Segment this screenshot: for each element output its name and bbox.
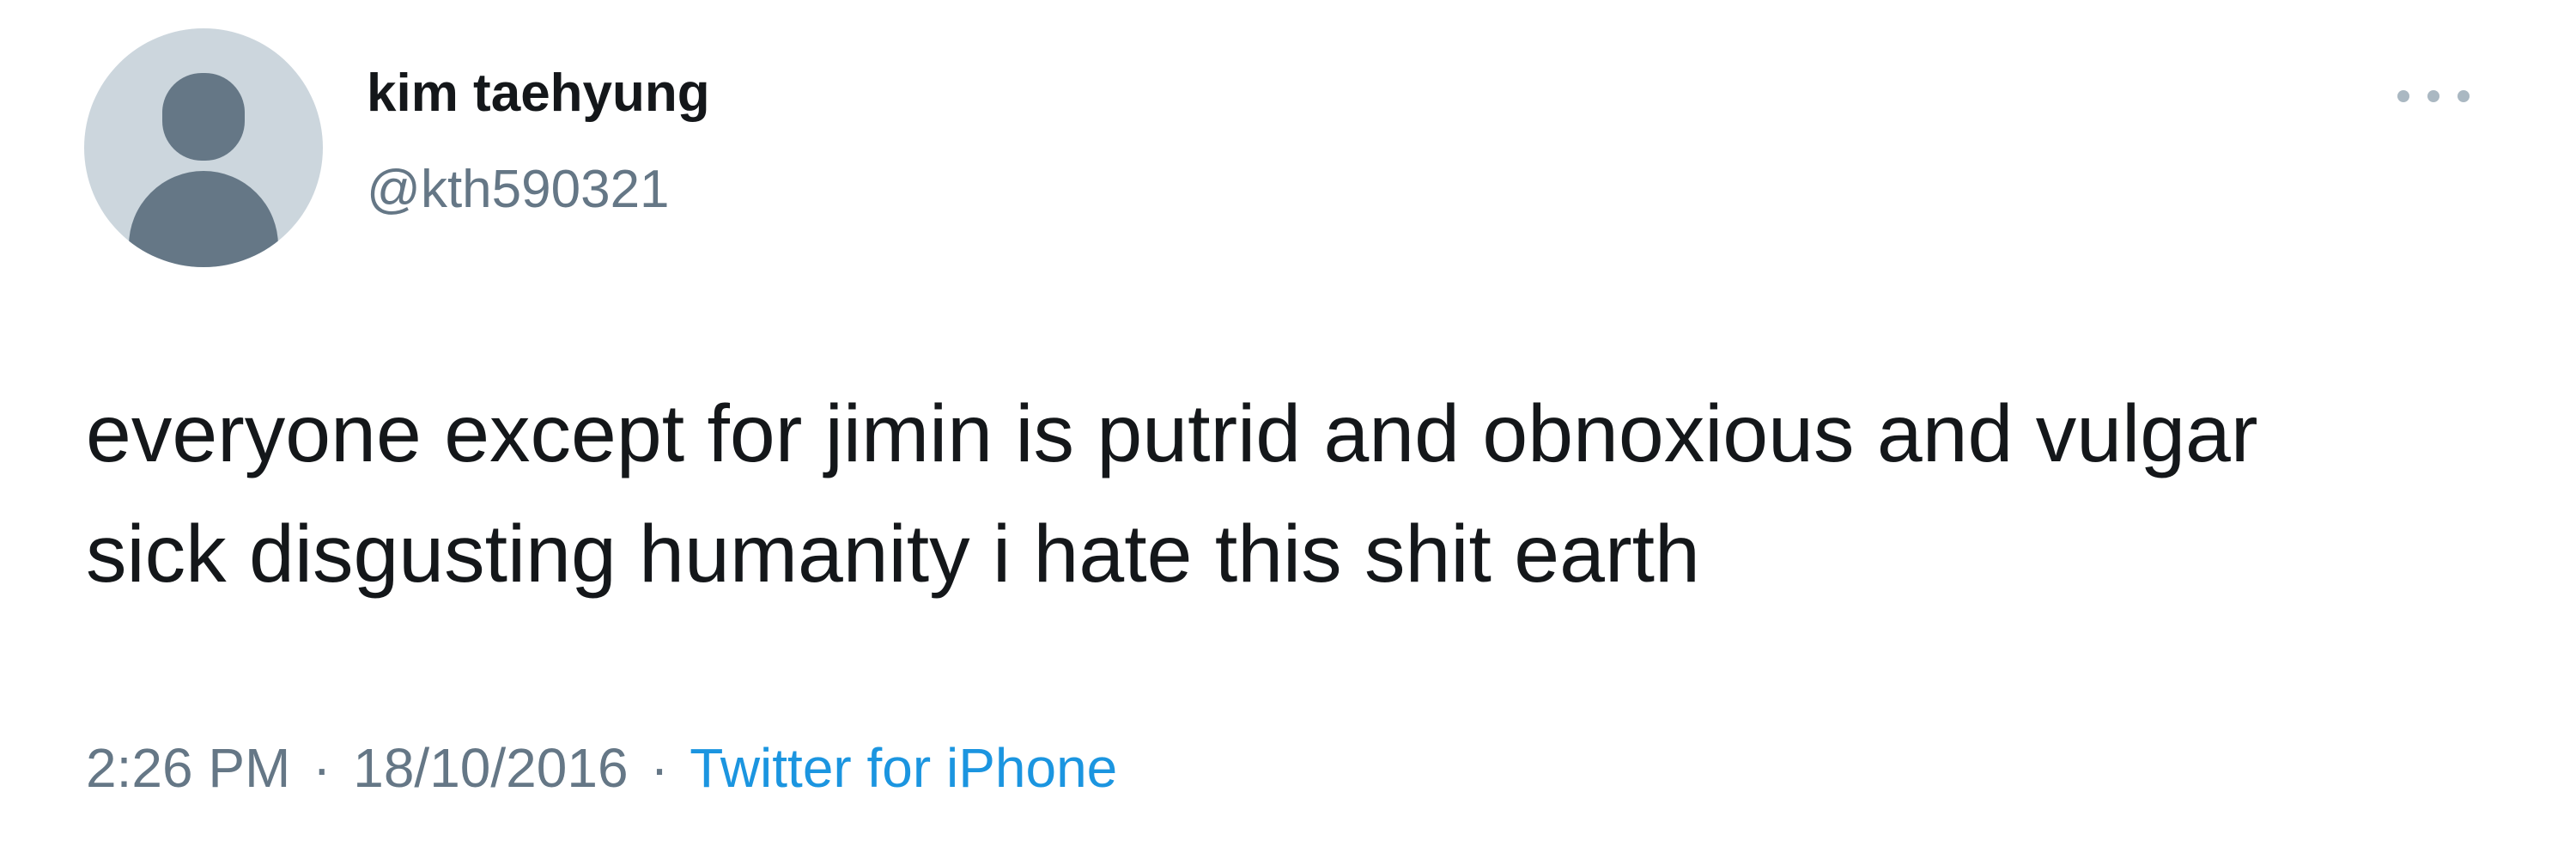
tweet-time[interactable]: 2:26 PM — [86, 737, 290, 799]
default-profile-icon[interactable] — [84, 28, 323, 267]
meta-separator: · — [313, 737, 331, 799]
tweet-source-link[interactable]: Twitter for iPhone — [690, 737, 1117, 799]
user-handle[interactable]: @kth590321 — [367, 163, 670, 216]
avatar-body-shape — [129, 171, 278, 267]
tweet-date[interactable]: 18/10/2016 — [353, 737, 628, 799]
more-dot — [2427, 90, 2439, 102]
more-dot — [2458, 90, 2470, 102]
meta-separator: · — [650, 737, 669, 799]
tweet-metadata: 2:26 PM · 18/10/2016 · Twitter for iPhon… — [86, 740, 1117, 795]
tweet-text: everyone except for jimin is putrid and … — [86, 388, 2258, 600]
display-name[interactable]: kim taehyung — [367, 67, 710, 120]
avatar-head-shape — [162, 73, 245, 161]
tweet-card: kim taehyung @kth590321 everyone except … — [0, 0, 2576, 859]
more-dot — [2397, 90, 2409, 102]
more-horizontal-icon[interactable] — [2397, 79, 2470, 113]
